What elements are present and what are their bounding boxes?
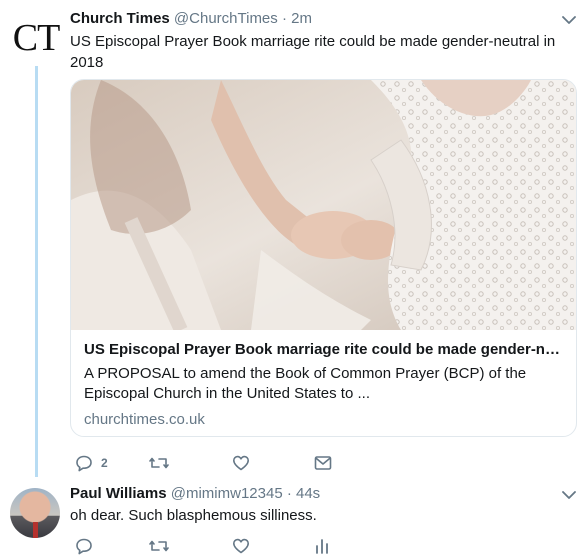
card-domain[interactable]: churchtimes.co.uk [84,410,563,430]
handle[interactable]: @mimimw12345 [171,485,283,502]
separator: · [286,485,292,502]
reply-button[interactable] [75,537,93,555]
timestamp[interactable]: 44s [296,485,320,502]
reply-icon [76,538,92,555]
reply-icon [76,455,92,472]
retweet-button[interactable] [149,454,169,472]
avatar[interactable]: CT [10,16,62,60]
direct-message-button[interactable] [314,455,332,471]
card-image [71,80,576,330]
card-description: A PROPOSAL to amend the Book of Common P… [84,365,527,402]
display-name[interactable]: Church Times [70,10,170,27]
retweet-button[interactable] [149,537,169,555]
thread-connector-line [35,66,38,477]
separator: · [281,10,287,27]
like-icon [233,538,249,554]
analytics-icon [316,539,328,554]
tweet-header: Church Times @ChurchTimes · 2m [70,9,312,29]
like-icon [233,455,249,471]
display-name[interactable]: Paul Williams [70,485,167,502]
analytics-button[interactable] [314,537,330,555]
tweet-text: oh dear. Such blasphemous silliness. [70,507,317,524]
retweet-icon [149,457,169,469]
like-button[interactable] [232,454,250,472]
avatar[interactable] [10,488,60,538]
link-card[interactable]: US Episcopal Prayer Book marriage rite c… [70,79,577,437]
handle[interactable]: @ChurchTimes [174,10,278,27]
reply-count: 2 [101,456,108,470]
tweet-header: Paul Williams @mimimw12345 · 44s [70,484,320,504]
reply-button[interactable]: 2 [75,454,108,472]
dm-icon [314,456,332,470]
chevron-down-icon[interactable] [562,490,576,500]
timestamp[interactable]: 2m [291,10,312,27]
chevron-down-icon[interactable] [562,15,576,25]
like-button[interactable] [232,537,250,555]
card-title[interactable]: US Episcopal Prayer Book marriage rite c… [84,340,563,360]
avatar-tie [33,522,38,538]
tweet-text: US Episcopal Prayer Book marriage rite c… [70,33,556,71]
retweet-icon [149,540,169,552]
